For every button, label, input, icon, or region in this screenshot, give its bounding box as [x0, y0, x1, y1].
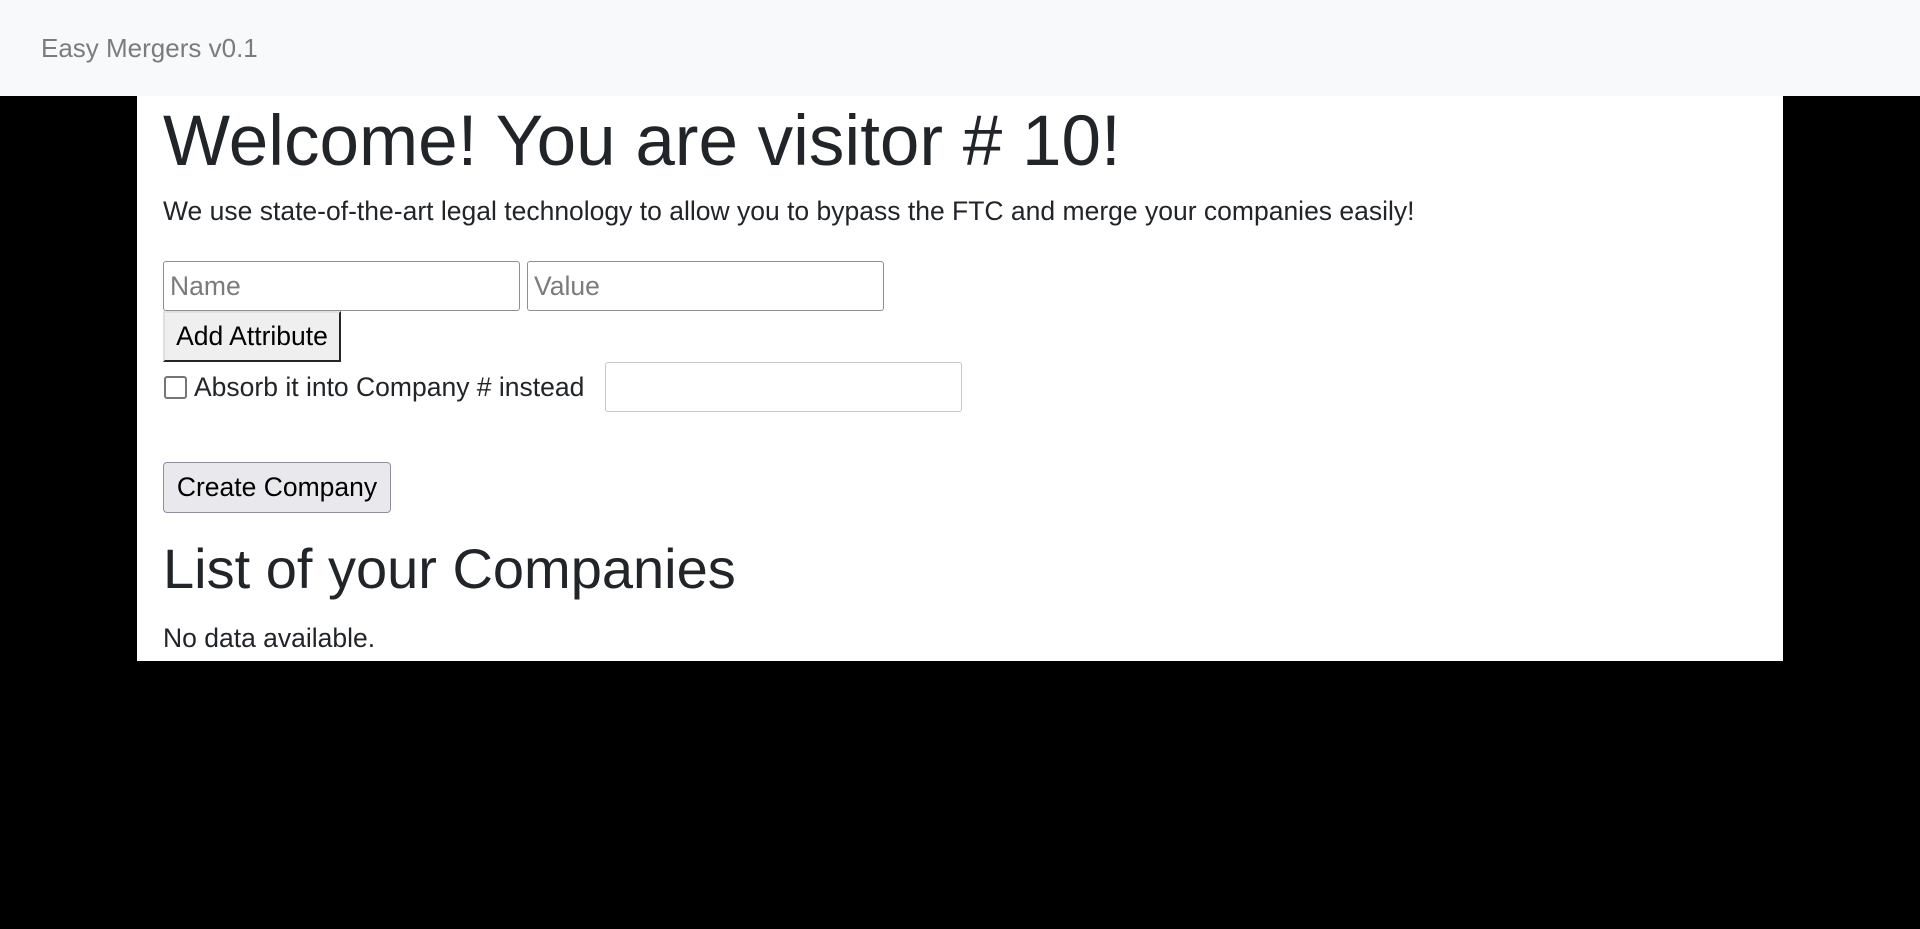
- add-attribute-button[interactable]: Add Attribute: [163, 311, 341, 362]
- main-container: Welcome! You are visitor # 10! We use st…: [137, 96, 1783, 661]
- create-company-button[interactable]: Create Company: [163, 462, 391, 513]
- absorb-checkbox[interactable]: [164, 376, 187, 399]
- companies-empty-message: No data available.: [163, 623, 376, 653]
- companies-list-heading: List of your Companies: [163, 537, 736, 600]
- welcome-heading: Welcome! You are visitor # 10!: [163, 102, 1121, 181]
- absorb-checkbox-label: Absorb it into Company # instead: [194, 372, 585, 402]
- navbar: Easy Mergers v0.1: [0, 0, 1920, 96]
- absorb-company-input[interactable]: [605, 362, 962, 412]
- attribute-name-input[interactable]: [163, 261, 520, 311]
- attribute-value-input[interactable]: [527, 261, 884, 311]
- lead-text: We use state-of-the-art legal technology…: [163, 196, 1415, 226]
- brand-link[interactable]: Easy Mergers v0.1: [41, 31, 258, 65]
